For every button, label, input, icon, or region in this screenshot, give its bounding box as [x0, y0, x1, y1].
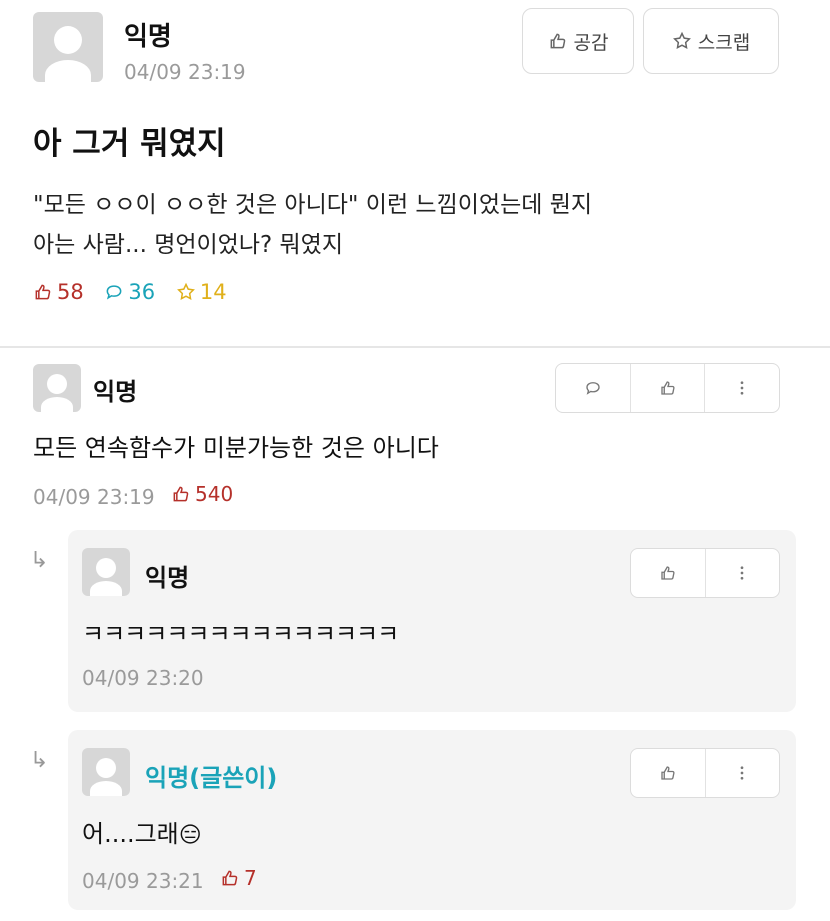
divider — [0, 346, 830, 348]
post-body-line-1: "모든 ㅇㅇ이 ㅇㅇ한 것은 아니다" 이런 느낌이었는데 뭔지 — [33, 192, 593, 218]
reply-like-button[interactable] — [631, 549, 706, 597]
scrap-button[interactable]: 스크랩 — [643, 8, 779, 74]
comment-likes: 540 — [171, 482, 233, 506]
reply-button[interactable] — [556, 364, 631, 412]
like-button[interactable]: 공감 — [522, 8, 634, 74]
reply-text-row: 어....그래😑 — [82, 814, 202, 849]
post-likes: 58 — [33, 280, 84, 304]
thumbs-up-icon — [661, 566, 675, 580]
thumbs-up-icon — [660, 381, 675, 395]
reply-author: 익명(글쓴이) — [145, 764, 278, 792]
reply-timestamp: 04/09 23:20 — [82, 666, 204, 690]
scrap-label: 스크랩 — [697, 31, 751, 54]
comment-actions — [555, 363, 780, 413]
comment-icon — [107, 285, 122, 300]
comment-like-button[interactable] — [631, 364, 706, 412]
comment-text: 모든 연속함수가 미분가능한 것은 아니다 — [33, 434, 439, 462]
more-button[interactable] — [706, 549, 780, 597]
reply-likes: 7 — [220, 866, 257, 890]
thumbs-up-icon — [661, 766, 675, 780]
reply-arrow-icon: ↳ — [30, 748, 49, 773]
post-body-line-2: 아는 사람... 명언이었나? 뭐였지 — [33, 232, 343, 258]
post-comments: 36 — [104, 280, 155, 304]
emoji: 😑 — [178, 823, 202, 848]
post-scraps: 14 — [176, 280, 227, 304]
reply-timestamp: 04/09 23:21 — [82, 869, 204, 893]
avatar — [33, 364, 81, 412]
reply-arrow-icon: ↳ — [30, 548, 49, 573]
reply-text: 어....그래 — [82, 820, 179, 848]
reply-text: ㅋㅋㅋㅋㅋㅋㅋㅋㅋㅋㅋㅋㅋㅋㅋ — [82, 620, 399, 648]
thumbs-up-icon — [173, 486, 189, 502]
post-author: 익명 — [124, 22, 172, 52]
reply-actions — [630, 748, 780, 798]
avatar — [82, 548, 130, 596]
more-button[interactable] — [706, 749, 780, 797]
like-label: 공감 — [573, 31, 609, 54]
thumbs-up-icon — [35, 284, 51, 300]
comment-author: 익명 — [93, 378, 138, 406]
more-icon — [740, 566, 744, 580]
avatar — [82, 748, 130, 796]
comment-icon — [586, 382, 600, 395]
star-icon — [176, 282, 195, 300]
post-stats: 58 36 14 — [33, 280, 241, 307]
post-timestamp: 04/09 23:19 — [124, 60, 246, 84]
comment-timestamp: 04/09 23:19 — [33, 485, 155, 509]
reply-meta: 04/09 23:21 7 — [82, 866, 271, 893]
avatar — [33, 12, 103, 82]
more-button[interactable] — [705, 364, 779, 412]
post-title: 아 그거 뭐였지 — [33, 126, 226, 162]
reply-like-button[interactable] — [631, 749, 706, 797]
star-icon — [672, 31, 691, 49]
thumbs-up-icon — [222, 870, 238, 886]
thumbs-up-icon — [550, 33, 565, 49]
more-icon — [740, 766, 744, 780]
more-icon — [740, 381, 744, 395]
reply-author: 익명 — [145, 564, 190, 592]
reply-actions — [630, 548, 780, 598]
comment-meta: 04/09 23:19 540 — [33, 482, 247, 509]
